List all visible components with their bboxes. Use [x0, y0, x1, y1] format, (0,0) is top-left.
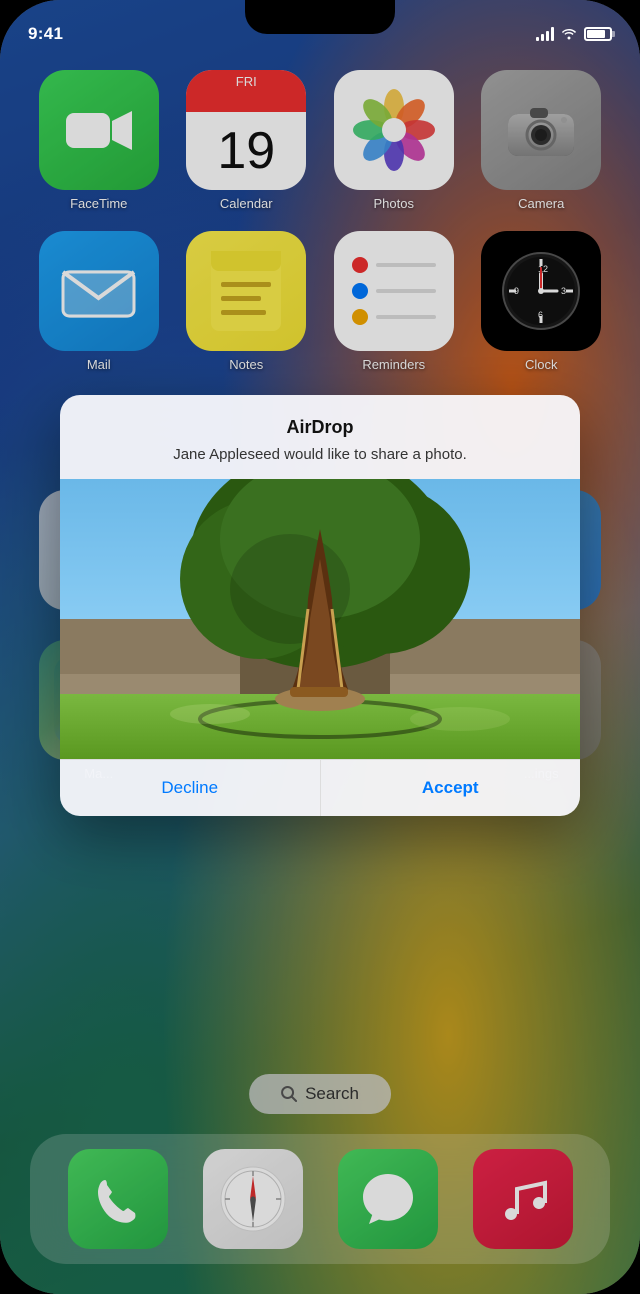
- airdrop-photo: [60, 479, 580, 759]
- signal-icon: [536, 27, 554, 41]
- airdrop-header: AirDrop Jane Appleseed would like to sha…: [60, 395, 580, 479]
- status-time: 9:41: [28, 24, 63, 44]
- airdrop-title: AirDrop: [84, 417, 556, 438]
- battery-icon: [584, 27, 612, 41]
- airdrop-actions: Decline Accept: [60, 759, 580, 816]
- status-icons: [536, 26, 612, 43]
- airdrop-subtitle: Jane Appleseed would like to share a pho…: [84, 444, 556, 465]
- airdrop-modal: AirDrop Jane Appleseed would like to sha…: [60, 395, 580, 816]
- airdrop-decline-button[interactable]: Decline: [60, 760, 321, 816]
- wifi-icon: [560, 26, 578, 43]
- airdrop-accept-button[interactable]: Accept: [321, 760, 581, 816]
- notch: [245, 0, 395, 34]
- phone-frame: 9:41: [0, 0, 640, 1294]
